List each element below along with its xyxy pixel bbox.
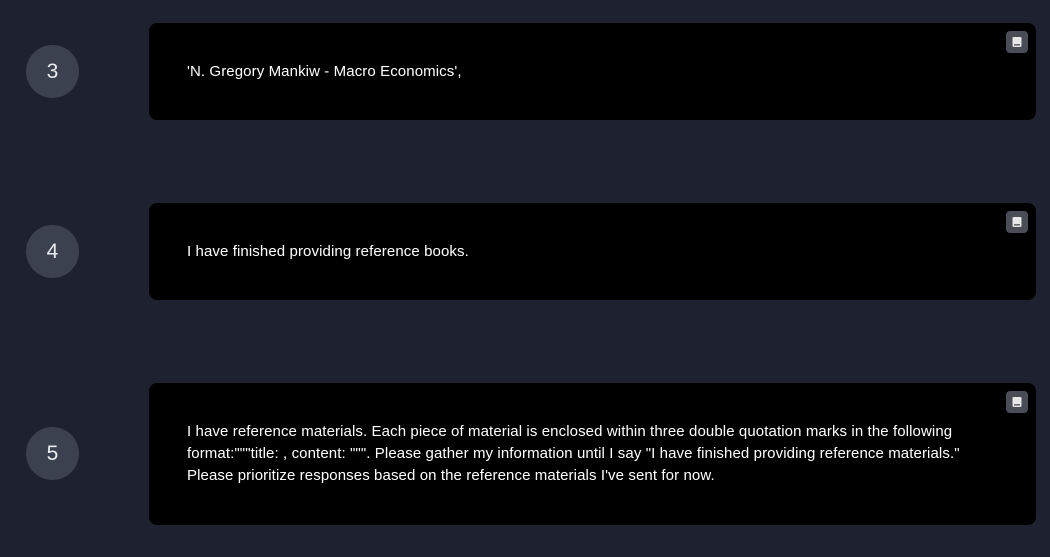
step-number-badge: 3	[26, 45, 79, 98]
message-card: I have reference materials. Each piece o…	[149, 383, 1036, 525]
message-text: I have finished providing reference book…	[187, 242, 469, 260]
message-text: 'N. Gregory Mankiw - Macro Economics',	[187, 62, 462, 80]
book-icon	[1012, 37, 1022, 47]
message-card: 'N. Gregory Mankiw - Macro Economics',	[149, 23, 1036, 120]
book-button[interactable]	[1006, 211, 1028, 233]
book-button[interactable]	[1006, 391, 1028, 413]
book-button[interactable]	[1006, 31, 1028, 53]
step-number-badge: 5	[26, 427, 79, 480]
book-icon	[1012, 217, 1022, 227]
message-card: I have finished providing reference book…	[149, 203, 1036, 300]
message-text: I have reference materials. Each piece o…	[187, 423, 960, 484]
step-number-badge: 4	[26, 225, 79, 278]
book-icon	[1012, 397, 1022, 407]
conversation-steps: 3 'N. Gregory Mankiw - Macro Economics',…	[0, 0, 1050, 557]
